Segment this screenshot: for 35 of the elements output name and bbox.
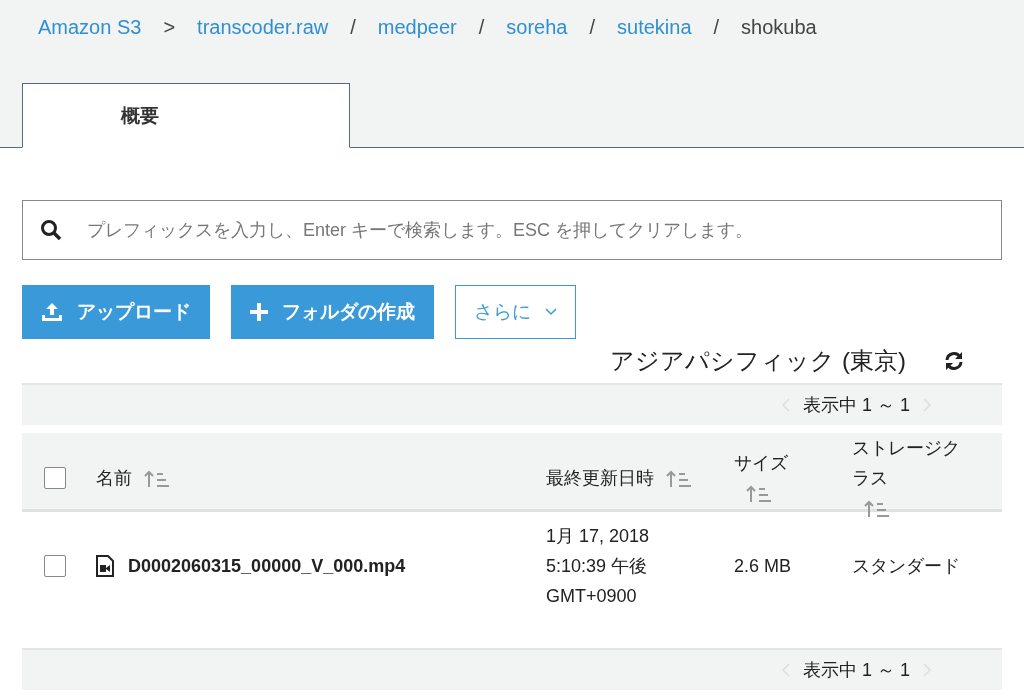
tab[interactable]: 概要 xyxy=(22,83,350,148)
breadcrumb-link[interactable]: Amazon S3 xyxy=(38,16,142,39)
upload-button[interactable]: アップロード xyxy=(22,285,210,339)
breadcrumb-current: shokuba xyxy=(741,16,817,39)
file-name-link[interactable]: D0002060315_00000_V_000.mp4 xyxy=(128,551,406,581)
pagination-text: 表示中 1 ～ 1 xyxy=(802,394,910,417)
select-all-checkbox[interactable] xyxy=(44,467,66,489)
region-label: アジアパシフィック (東京) xyxy=(610,346,906,376)
table-cell-text: 2.6 MB xyxy=(734,555,793,578)
breadcrumb-link[interactable]: transcoder.raw xyxy=(197,16,329,39)
create-folder-button[interactable]: フォルダの作成 xyxy=(231,285,434,339)
refresh-icon[interactable] xyxy=(944,351,964,371)
table-cell-text: スタンダード xyxy=(852,555,961,578)
breadcrumb-link[interactable]: medpeer xyxy=(377,16,457,39)
upload-icon xyxy=(41,302,63,322)
search-field[interactable]: プレフィックスを入力し、Enter キーで検索します。ESC を押してクリアします。 xyxy=(22,200,1002,260)
video-file-icon xyxy=(96,555,114,577)
column-header: 最終更新日時 xyxy=(546,468,654,488)
column-header: サイズ xyxy=(734,453,788,473)
row-checkbox[interactable] xyxy=(44,555,66,577)
breadcrumb-separator: / xyxy=(713,16,720,39)
more-button[interactable]: さらに xyxy=(455,285,576,339)
table-row[interactable]: D0002060315_00000_V_000.mp4 1月 17, 2018 5:10:39 午後 GMT+0900 2.6 MB スタンダード xyxy=(22,512,1002,620)
pagination-text: 表示中 1 ～ 1 xyxy=(802,659,910,682)
column-header: 名前 xyxy=(96,468,132,488)
breadcrumb-separator: / xyxy=(589,16,596,39)
breadcrumb-link[interactable]: sutekina xyxy=(617,16,692,39)
plus-icon xyxy=(250,303,268,321)
caret-icon xyxy=(545,308,557,316)
breadcrumb-separator: / xyxy=(478,16,485,39)
breadcrumb-separator: / xyxy=(350,16,356,39)
column-header: ストレージクラス xyxy=(852,437,961,490)
table-cell-text: 1月 17, 2018 5:10:39 午後 GMT+0900 xyxy=(546,525,651,608)
breadcrumb-separator: > xyxy=(163,16,176,39)
breadcrumb-link[interactable]: soreha xyxy=(506,16,568,39)
